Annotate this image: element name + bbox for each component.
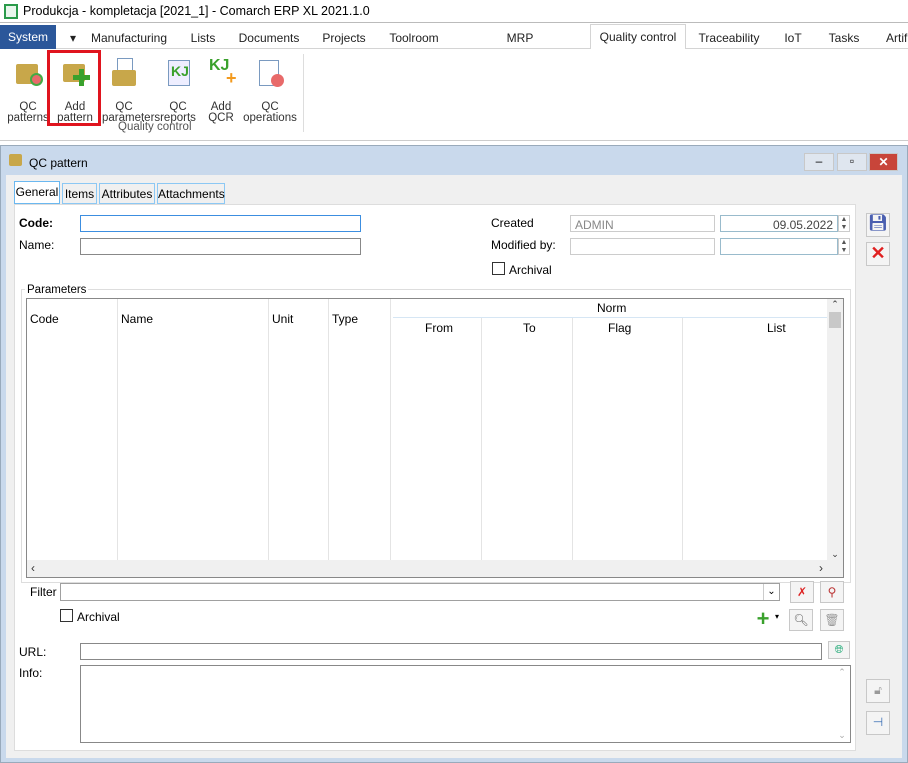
parameters-legend: Parameters: [25, 284, 89, 296]
tab-lists[interactable]: Lists: [183, 26, 223, 50]
col-flag[interactable]: Flag: [608, 321, 631, 335]
tab-traceability[interactable]: Traceability: [694, 26, 764, 50]
tab-quality-control[interactable]: Quality control: [590, 24, 686, 50]
highlight-box: [47, 50, 101, 126]
created-label: Created: [491, 216, 534, 230]
archival-checkbox[interactable]: [492, 262, 505, 275]
window-icon: [9, 154, 22, 166]
qc-patterns-button[interactable]: QC patterns: [6, 56, 50, 124]
tab-artif[interactable]: Artif: [878, 26, 908, 50]
report-add-icon: KJ +: [209, 57, 237, 88]
col-type[interactable]: Type: [332, 312, 358, 326]
menu-bar: System ▾ Manufacturing Lists Documents P…: [0, 23, 908, 69]
parameters-table: Code Name Unit Type Norm From To Flag Li…: [26, 298, 844, 578]
lock-button[interactable]: 🔓︎: [866, 679, 890, 703]
col-code[interactable]: Code: [30, 312, 59, 326]
add-parameter-button[interactable]: +: [751, 608, 775, 631]
view-parameter-button[interactable]: 🔍︎: [789, 609, 813, 631]
tab-documents[interactable]: Documents: [234, 26, 304, 50]
tab-mrp-recommendations[interactable]: MRP recommendations: [458, 26, 582, 69]
pin-button[interactable]: ⊣: [866, 711, 890, 735]
name-input[interactable]: [80, 238, 361, 255]
filter-archival-label: Archival: [77, 610, 120, 624]
modified-label: Modified by:: [491, 238, 556, 252]
info-label: Info:: [19, 666, 43, 680]
app-icon: [4, 4, 18, 19]
filter-label: Filter: [30, 585, 57, 599]
delete-parameter-button[interactable]: 🗑︎: [820, 609, 844, 631]
created-by-field: ADMIN: [570, 215, 715, 232]
tab-items[interactable]: Items: [62, 183, 97, 204]
filter-builder-button[interactable]: ⚲: [820, 581, 844, 603]
info-scrollbar[interactable]: ⌃ ⌄: [835, 667, 849, 741]
filter-archival-checkbox[interactable]: [60, 609, 73, 622]
close-button[interactable]: ✕: [869, 153, 898, 171]
save-button[interactable]: 💾︎: [866, 213, 890, 237]
filter-dropdown[interactable]: ⌄: [763, 584, 779, 600]
folder-list-icon: [109, 58, 139, 88]
add-qcr-button[interactable]: KJ + Add QCR: [199, 56, 243, 124]
tab-system[interactable]: System: [0, 25, 56, 49]
vertical-scrollbar[interactable]: ⌃ ⌄: [827, 299, 843, 560]
tab-attachments[interactable]: Attachments: [157, 183, 225, 204]
col-unit[interactable]: Unit: [272, 312, 293, 326]
ribbon-group-label: Quality control: [118, 121, 192, 133]
col-to[interactable]: To: [523, 321, 536, 335]
tab-toolroom[interactable]: Toolroom: [384, 26, 444, 50]
tab-manufacturing[interactable]: Manufacturing: [86, 26, 172, 50]
app-title: Produkcja - kompletacja [2021_1] - Comar…: [23, 4, 370, 18]
window-title: QC pattern: [29, 156, 88, 170]
quick-access-dropdown[interactable]: ▾: [64, 26, 82, 50]
created-date-spinner[interactable]: ▲ ▼: [838, 215, 850, 232]
qc-parameters-button[interactable]: QC parameters: [102, 56, 160, 124]
code-input[interactable]: [80, 215, 361, 232]
horizontal-scrollbar[interactable]: ‹ ›: [27, 560, 843, 577]
open-url-button[interactable]: 🌐︎: [828, 641, 850, 659]
url-input[interactable]: [80, 643, 822, 660]
modified-by-field: [570, 238, 715, 255]
folder-check-icon: [13, 58, 43, 88]
filter-input[interactable]: [60, 583, 780, 601]
col-list[interactable]: List: [767, 321, 786, 335]
col-from[interactable]: From: [425, 321, 453, 335]
tab-tasks[interactable]: Tasks: [820, 26, 868, 50]
report-icon: KJ: [163, 58, 193, 88]
url-label: URL:: [19, 645, 47, 659]
created-date-field[interactable]: 09.05.2022: [720, 215, 838, 232]
archival-label: Archival: [509, 263, 552, 277]
tab-general[interactable]: General: [14, 181, 60, 204]
modified-date-field[interactable]: [720, 238, 838, 255]
operations-icon: [255, 58, 285, 88]
add-dropdown-icon[interactable]: ▾: [775, 612, 779, 621]
col-norm: Norm: [597, 301, 627, 315]
tab-attributes[interactable]: Attributes: [99, 183, 155, 204]
info-textarea[interactable]: [80, 665, 851, 743]
clear-filter-button[interactable]: ✗: [790, 581, 814, 603]
tab-iot[interactable]: IoT: [776, 26, 810, 50]
cancel-button[interactable]: ✕: [866, 242, 890, 266]
restore-button[interactable]: ▫: [837, 153, 867, 171]
qc-operations-button[interactable]: QC operations: [242, 56, 298, 124]
qc-reports-button[interactable]: KJ QC reports: [156, 56, 200, 124]
name-label: Name:: [19, 238, 55, 252]
code-label: Code:: [19, 216, 53, 230]
tab-projects[interactable]: Projects: [316, 26, 372, 50]
minimize-button[interactable]: –: [804, 153, 834, 171]
col-name[interactable]: Name: [121, 312, 153, 326]
modified-date-spinner[interactable]: ▲ ▼: [838, 238, 850, 255]
